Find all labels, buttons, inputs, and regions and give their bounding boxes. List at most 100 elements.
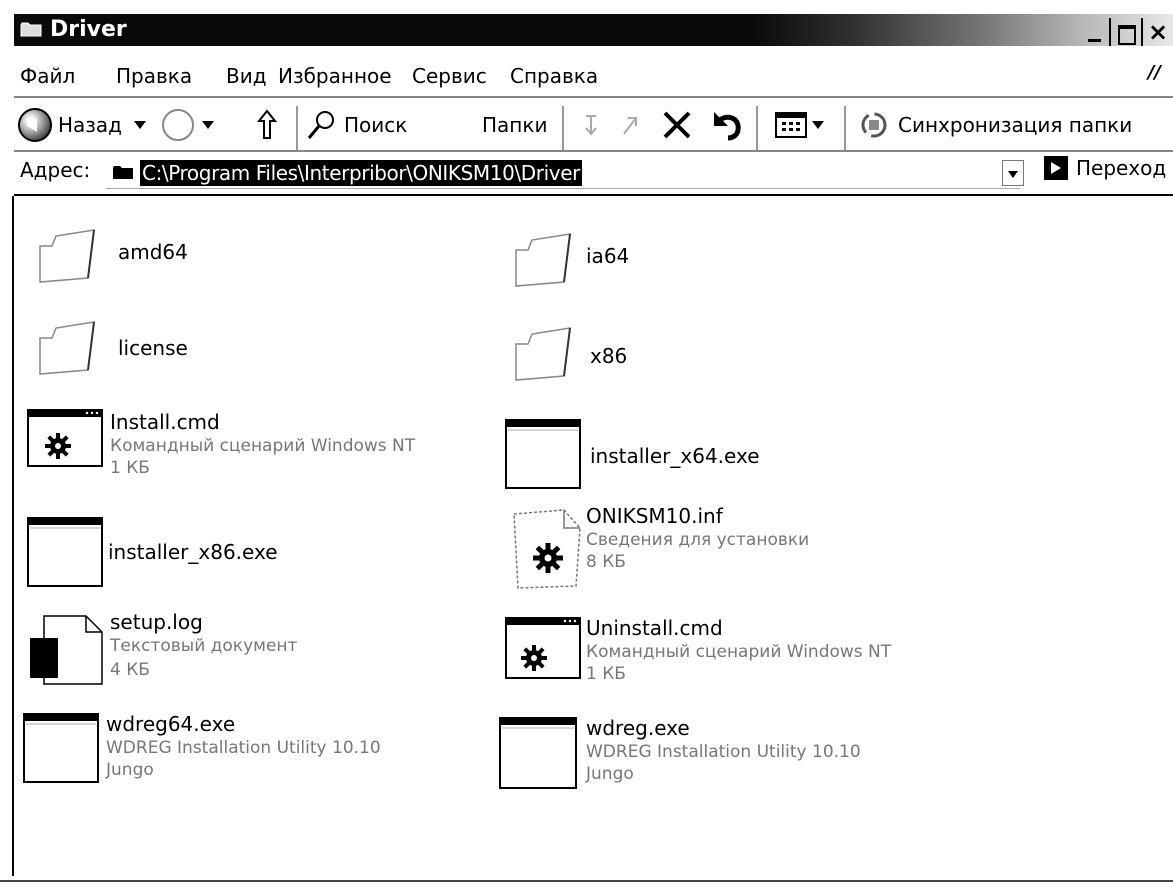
file-type: Командный сценарий Windows NT — [110, 436, 416, 456]
file-name: installer_x86.exe — [108, 540, 278, 564]
back-button[interactable]: Назад — [18, 98, 122, 152]
go-arrow-icon — [1044, 156, 1068, 180]
explorer-window: Driver × Файл Правка Вид Избранное Серви… — [0, 0, 1173, 888]
file-name: installer_x64.exe — [590, 444, 760, 468]
file-type: Текстовый документ — [110, 636, 298, 656]
forward-arrow-icon — [162, 109, 194, 141]
script-icon — [505, 617, 581, 679]
file-name: license — [118, 336, 188, 360]
search-icon — [307, 111, 334, 139]
menu-bar: Файл Правка Вид Избранное Сервис Справка… — [14, 58, 1173, 96]
text-document-icon — [30, 615, 103, 685]
file-item-install-cmd[interactable]: Install.cmd Командный сценарий Windows N… — [26, 408, 506, 498]
up-button[interactable] — [254, 98, 280, 152]
folder-icon — [515, 327, 571, 381]
move-to-button[interactable] — [580, 98, 604, 152]
undo-icon — [714, 112, 741, 141]
folder-icon — [113, 166, 133, 179]
search-button[interactable]: Поиск — [306, 98, 407, 152]
menu-tools[interactable]: Сервис — [412, 62, 487, 90]
file-name: ia64 — [586, 244, 630, 268]
views-dropdown-icon — [812, 121, 824, 129]
file-type: Сведения для установки — [586, 530, 810, 550]
file-name: setup.log — [110, 610, 203, 634]
toolbar-divider — [844, 106, 846, 150]
window-bottom-edge — [0, 880, 1173, 882]
close-button[interactable]: × — [1143, 18, 1173, 46]
address-path[interactable]: C:\Program Files\Interpribor\ONIKSM10\Dr… — [140, 160, 582, 186]
file-item-ia64[interactable]: ia64 — [510, 230, 990, 320]
inf-file-icon — [513, 509, 581, 589]
undo-button[interactable] — [708, 98, 744, 152]
file-name: x86 — [590, 344, 628, 368]
address-bar: Адрес: C:\Program Files\Interpribor\ONIK… — [14, 152, 1173, 194]
file-item-setup-log[interactable]: setup.log Текстовый документ 4 КБ — [26, 610, 506, 702]
address-dropdown-button[interactable] — [1002, 160, 1024, 186]
copy-to-icon — [623, 117, 637, 135]
toolbar-grip-icon: // — [1147, 62, 1161, 83]
back-history-dropdown[interactable] — [134, 98, 146, 152]
file-item-x86[interactable]: x86 — [510, 324, 990, 414]
address-input[interactable]: C:\Program Files\Interpribor\ONIKSM10\Dr… — [106, 158, 1020, 189]
toolbar-divider — [562, 106, 564, 150]
back-arrow-icon — [18, 108, 52, 142]
file-company: Jungo — [106, 760, 154, 780]
address-divider — [14, 194, 1173, 196]
sync-label: Синхронизация папки — [898, 113, 1133, 137]
file-size: 4 КБ — [110, 660, 150, 680]
file-description: WDREG Installation Utility 10.10 — [586, 742, 861, 762]
file-item-oniksm10-inf[interactable]: ONIKSM10.inf Сведения для установки 8 КБ — [508, 502, 988, 592]
move-to-icon — [585, 115, 597, 136]
exe-icon — [499, 717, 577, 789]
folders-label: Папки — [482, 113, 548, 137]
sync-folder-button[interactable]: Синхронизация папки — [858, 98, 1132, 152]
file-size: 1 КБ — [110, 458, 150, 478]
file-name: wdreg.exe — [586, 716, 690, 740]
menu-view[interactable]: Вид — [226, 62, 267, 90]
forward-button[interactable] — [162, 98, 194, 152]
file-item-license[interactable]: license — [34, 318, 514, 408]
forward-history-dropdown[interactable] — [202, 98, 214, 152]
file-item-wdreg64-exe[interactable]: wdreg64.exe WDREG Installation Utility 1… — [22, 712, 502, 802]
file-item-uninstall-cmd[interactable]: Uninstall.cmd Командный сценарий Windows… — [504, 616, 984, 706]
copy-to-button[interactable] — [618, 98, 642, 152]
toolbar-divider — [756, 106, 758, 150]
go-label: Переход — [1076, 156, 1167, 180]
address-label: Адрес: — [20, 158, 91, 182]
file-item-wdreg-exe[interactable]: wdreg.exe WDREG Installation Utility 10.… — [498, 716, 978, 806]
menu-file[interactable]: Файл — [20, 62, 75, 90]
file-name: Install.cmd — [110, 410, 220, 434]
maximize-button[interactable] — [1111, 18, 1141, 46]
menu-help[interactable]: Справка — [510, 62, 598, 90]
folders-button[interactable]: Папки — [482, 98, 547, 152]
content-border — [12, 196, 14, 876]
views-icon — [775, 112, 807, 138]
menu-edit[interactable]: Правка — [116, 62, 192, 90]
file-description: WDREG Installation Utility 10.10 — [106, 738, 381, 758]
title-bar[interactable]: Driver × — [14, 14, 1173, 46]
minimize-button[interactable] — [1079, 18, 1109, 46]
menu-favorites[interactable]: Избранное — [278, 62, 392, 90]
up-folder-icon — [256, 109, 278, 139]
toolbar-divider — [296, 106, 298, 150]
exe-icon — [505, 419, 581, 489]
file-name: ONIKSM10.inf — [586, 504, 723, 528]
file-item-amd64[interactable]: amd64 — [34, 226, 514, 316]
file-company: Jungo — [586, 764, 634, 784]
exe-icon — [23, 713, 99, 783]
go-button[interactable]: Переход — [1044, 156, 1166, 180]
folder-icon — [515, 233, 571, 287]
delete-icon — [663, 111, 691, 139]
back-label: Назад — [58, 113, 123, 137]
folder-icon — [20, 22, 42, 37]
file-type: Командный сценарий Windows NT — [586, 642, 892, 662]
file-name: amd64 — [118, 240, 188, 264]
delete-button[interactable] — [660, 98, 694, 152]
folder-icon — [39, 321, 95, 375]
file-item-installer-x64-exe[interactable]: installer_x64.exe — [504, 418, 984, 508]
window-title: Driver — [50, 17, 127, 42]
folder-icon — [39, 229, 95, 283]
views-button[interactable] — [774, 98, 824, 152]
file-item-installer-x86-exe[interactable]: installer_x86.exe — [26, 516, 506, 606]
file-name: wdreg64.exe — [106, 712, 236, 736]
